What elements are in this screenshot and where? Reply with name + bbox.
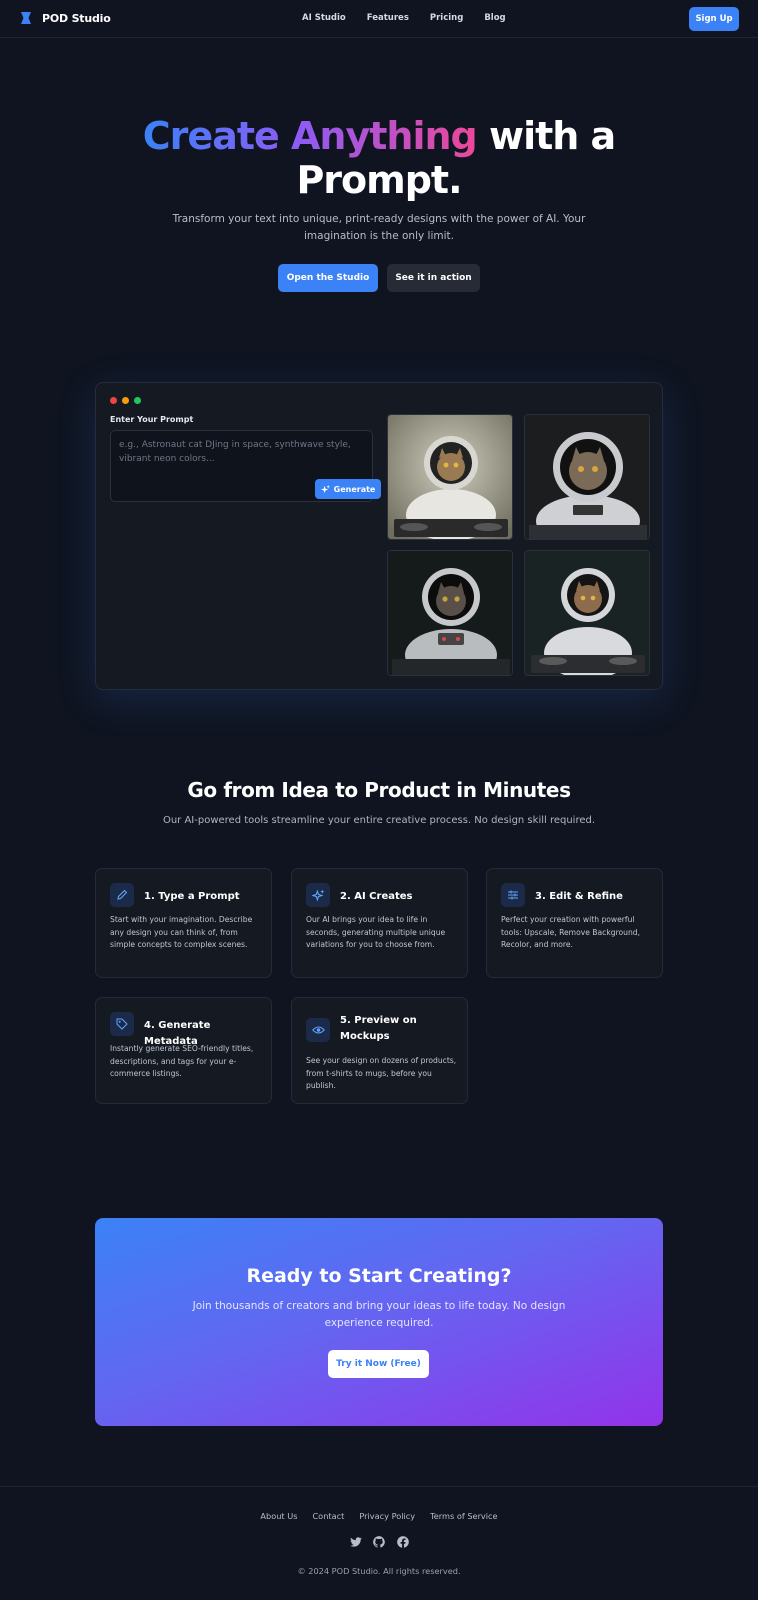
nav-link-pricing[interactable]: Pricing: [430, 13, 463, 23]
feature-card-generate-metadata: 4. Generate Metadata Instantly generate …: [95, 997, 272, 1104]
facebook-icon[interactable]: [396, 1535, 410, 1549]
features-subtitle: Our AI-powered tools streamline your ent…: [162, 815, 596, 826]
prompt-placeholder: e.g., Astronaut cat DJing in space, synt…: [119, 440, 351, 464]
see-in-action-button[interactable]: See it in action: [387, 264, 480, 292]
feature-card-description: See your design on dozens of products, f…: [306, 1056, 457, 1090]
generated-image-4[interactable]: [524, 550, 650, 676]
generate-button[interactable]: Generate: [315, 479, 381, 499]
pencil-icon: [110, 883, 134, 907]
feature-card-description: Start with your imagination. Describe an…: [110, 915, 253, 949]
footer-link-privacy[interactable]: Privacy Policy: [359, 1511, 415, 1521]
feature-card-description: Our AI brings your idea to life in secon…: [306, 915, 446, 949]
hero-title-line2: Prompt.: [296, 158, 462, 202]
hero-title: Create Anything with a Prompt.: [0, 114, 758, 202]
hero-subtitle: Transform your text into unique, print-r…: [172, 213, 586, 242]
hero-title-gradient: Create Anything: [142, 114, 478, 158]
footer-divider: [0, 1486, 758, 1487]
features-title: Go from Idea to Product in Minutes: [187, 778, 571, 802]
prompt-label: Enter Your Prompt: [110, 415, 194, 424]
logo-icon: [21, 12, 31, 24]
sparkles-icon: [306, 883, 330, 907]
feature-card-description: Perfect your creation with powerful tool…: [501, 915, 641, 949]
try-it-now-button[interactable]: Try it Now (Free): [328, 1350, 429, 1378]
tag-icon: [110, 1012, 134, 1036]
window-maximize-dot: [134, 397, 141, 404]
github-icon[interactable]: [372, 1535, 386, 1549]
studio-demo-window: Enter Your Prompt e.g., Astronaut cat DJ…: [95, 382, 663, 690]
feature-card-title: 1. Type a Prompt: [144, 891, 240, 902]
feature-card-type-prompt: 1. Type a Prompt Start with your imagina…: [95, 868, 272, 978]
generate-label: Generate: [333, 484, 376, 494]
cta-banner: Ready to Start Creating? Join thousands …: [95, 1218, 663, 1426]
generated-image-3[interactable]: [387, 550, 513, 676]
footer-link-terms[interactable]: Terms of Service: [430, 1511, 497, 1521]
eye-icon: [306, 1018, 330, 1042]
feature-card-preview-mockups: 5. Preview on Mockups See your design on…: [291, 997, 468, 1104]
footer-link-contact[interactable]: Contact: [312, 1511, 344, 1521]
feature-card-title: 2. AI Creates: [340, 891, 413, 902]
top-navbar: POD Studio AI Studio Features Pricing Bl…: [0, 0, 758, 38]
cta-title: Ready to Start Creating?: [246, 1265, 512, 1287]
generated-image-1[interactable]: [387, 414, 513, 540]
feature-card-title: 5. Preview on Mockups: [340, 1015, 417, 1042]
brand-name: POD Studio: [42, 11, 111, 25]
generated-image-2[interactable]: [524, 414, 650, 540]
nav-link-ai-studio[interactable]: AI Studio: [302, 13, 346, 23]
feature-card-edit-refine: 3. Edit & Refine Perfect your creation w…: [486, 868, 663, 978]
sliders-icon: [501, 883, 525, 907]
sign-up-button[interactable]: Sign Up: [689, 7, 739, 31]
feature-card-ai-creates: 2. AI Creates Our AI brings your idea to…: [291, 868, 468, 978]
footer-links: About Us Contact Privacy Policy Terms of…: [0, 1511, 758, 1521]
nav-link-features[interactable]: Features: [367, 13, 409, 23]
feature-card-description: Instantly generate SEO-friendly titles, …: [110, 1044, 254, 1078]
footer-link-about[interactable]: About Us: [260, 1511, 297, 1521]
window-minimize-dot: [122, 397, 129, 404]
cta-subtitle: Join thousands of creators and bring you…: [192, 1300, 566, 1329]
brand[interactable]: POD Studio: [19, 11, 111, 25]
nav-link-blog[interactable]: Blog: [484, 13, 505, 23]
copyright: © 2024 POD Studio. All rights reserved.: [297, 1566, 461, 1576]
nav-links: AI Studio Features Pricing Blog: [302, 13, 506, 23]
sparkles-icon: [320, 484, 330, 493]
hero-title-rest: with a: [476, 114, 616, 158]
prompt-textarea[interactable]: e.g., Astronaut cat DJing in space, synt…: [110, 430, 381, 502]
feature-card-title: 3. Edit & Refine: [535, 891, 623, 902]
twitter-icon[interactable]: [349, 1535, 363, 1549]
window-close-dot: [110, 397, 117, 404]
open-studio-button[interactable]: Open the Studio: [278, 264, 378, 292]
